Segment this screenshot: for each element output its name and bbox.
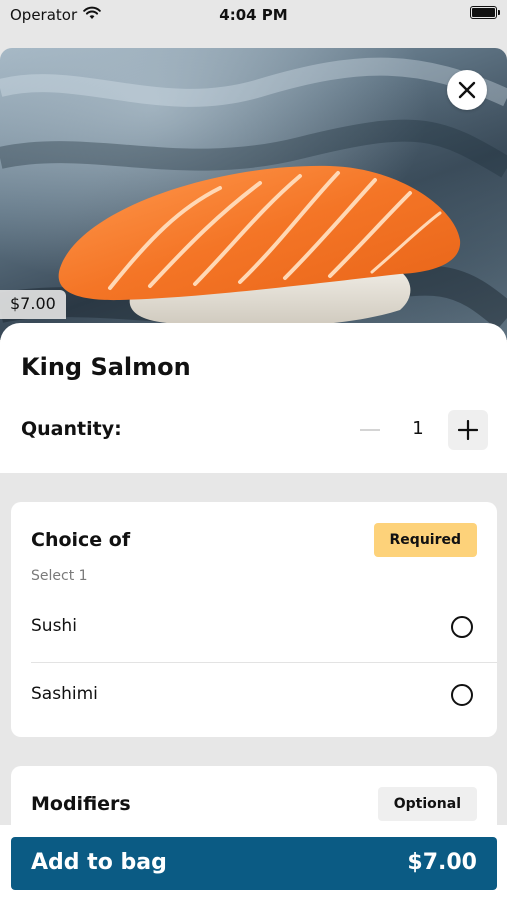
add-to-bag-label: Add to bag — [31, 850, 167, 875]
radio-button[interactable] — [451, 684, 473, 706]
item-title: King Salmon — [21, 353, 191, 381]
choice-group-subtitle: Select 1 — [31, 568, 88, 584]
plus-icon — [458, 420, 478, 440]
photo-price-tag: $7.00 — [0, 290, 66, 319]
status-right — [470, 6, 500, 19]
status-time: 4:04 PM — [219, 6, 288, 24]
item-header-card: King Salmon Quantity: 1 — [0, 323, 507, 473]
option-label: Sushi — [31, 616, 77, 636]
item-detail-sheet: $7.00 King Salmon Quantity: 1 Choice of … — [0, 48, 507, 900]
quantity-value: 1 — [412, 418, 424, 439]
option-sushi[interactable]: Sushi — [31, 594, 497, 662]
increase-quantity-button[interactable] — [448, 410, 488, 450]
choice-group-card: Choice of Required Select 1 Sushi Sashim… — [11, 502, 497, 737]
add-to-bag-button[interactable]: Add to bag $7.00 — [11, 837, 497, 890]
status-bar: Operator 4:04 PM — [0, 0, 507, 30]
quantity-label: Quantity: — [21, 418, 122, 440]
decrease-quantity-button[interactable] — [360, 429, 380, 431]
close-button[interactable] — [447, 70, 487, 110]
add-to-bag-price: $7.00 — [407, 850, 477, 875]
close-icon — [458, 81, 476, 99]
modifiers-group-title: Modifiers — [31, 793, 131, 815]
option-label: Sashimi — [31, 684, 98, 704]
required-badge: Required — [373, 523, 477, 557]
radio-button[interactable] — [451, 616, 473, 638]
bottom-action-bar: Add to bag $7.00 — [0, 825, 507, 900]
option-sashimi[interactable]: Sashimi — [31, 662, 497, 730]
battery-icon — [470, 6, 500, 19]
choice-group-title: Choice of — [31, 529, 131, 551]
salmon-nigiri-photo: $7.00 — [0, 48, 507, 340]
optional-badge: Optional — [377, 787, 477, 821]
